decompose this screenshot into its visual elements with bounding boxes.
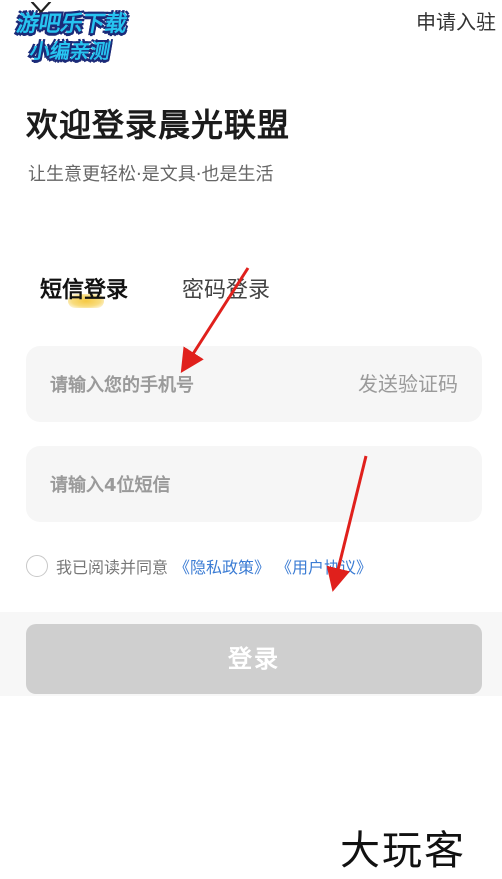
login-button[interactable]: 登录 — [26, 624, 482, 694]
sms-code-input[interactable] — [48, 446, 452, 524]
tab-password-login[interactable]: 密码登录 — [182, 272, 270, 304]
watermark-logo: 游吧乐下载 小编亲测 — [9, 12, 155, 68]
apply-settle-link[interactable]: 申请入驻 — [416, 6, 496, 35]
privacy-policy-link[interactable]: 《隐私政策》 — [174, 554, 270, 578]
login-screen: 游吧乐下载 小编亲测 申请入驻 欢迎登录晨光联盟 让生意更轻松·是文具·也是生活… — [0, 0, 502, 879]
page-title: 欢迎登录晨光联盟 — [26, 106, 291, 144]
watermark-line-2: 小编亲测 — [27, 39, 113, 63]
tab-sms-login[interactable]: 短信登录 — [40, 272, 128, 304]
agreement-text: 我已阅读并同意 — [56, 558, 169, 577]
agreement-row: 我已阅读并同意 《隐私政策》 《用户协议》 — [26, 552, 372, 580]
user-agreement-link[interactable]: 《用户协议》 — [276, 554, 372, 578]
brand-watermark: 大玩客 — [340, 828, 466, 874]
page-subtitle: 让生意更轻松·是文具·也是生活 — [28, 164, 274, 185]
phone-field: 发送验证码 — [26, 346, 482, 424]
send-code-button[interactable]: 发送验证码 — [358, 346, 458, 422]
watermark-line-1: 游吧乐下载 — [14, 12, 129, 37]
phone-input[interactable] — [48, 346, 332, 424]
agreement-checkbox[interactable] — [26, 555, 48, 577]
sms-code-field — [26, 446, 482, 524]
